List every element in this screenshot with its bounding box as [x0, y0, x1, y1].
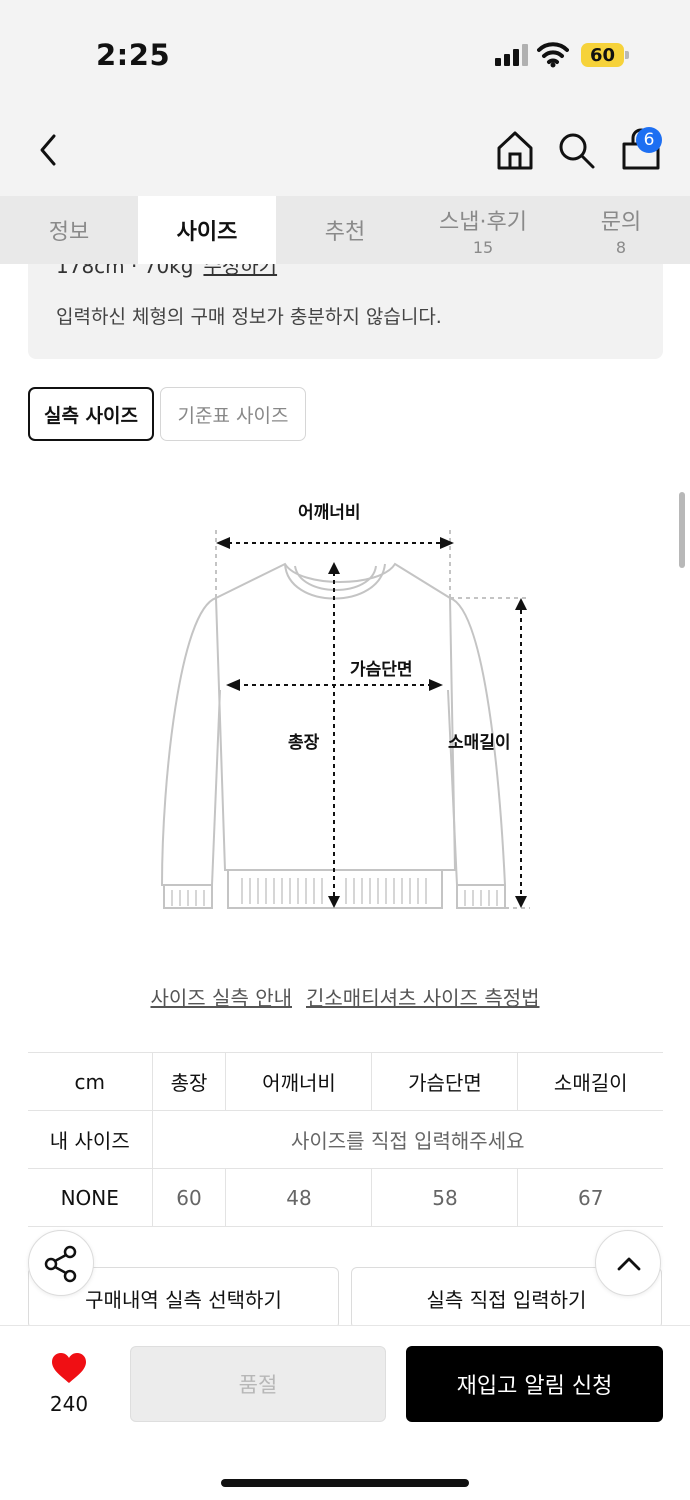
like-button[interactable]: 240	[36, 1352, 102, 1416]
sold-out-button: 품절	[130, 1346, 386, 1422]
table-header-cell: 소매길이	[517, 1052, 663, 1111]
product-tabs: 정보 사이즈 추천 스냅·후기 15 문의 8	[0, 196, 690, 264]
purchase-bar: 240 품절 재입고 알림 신청	[0, 1325, 690, 1500]
restock-alert-button[interactable]: 재입고 알림 신청	[406, 1346, 663, 1422]
scroll-top-button[interactable]	[595, 1230, 661, 1296]
size-table: cm 총장 어깨너비 가슴단면 소매길이 내 사이즈 사이즈를 직접 입력해주세…	[28, 1052, 663, 1227]
tab-label: 스냅·후기	[439, 209, 527, 235]
body-spec: 178cm · 70kg 수정하기	[56, 264, 277, 279]
search-icon[interactable]	[556, 130, 596, 170]
size-guide-link[interactable]: 사이즈 실측 안내	[150, 986, 292, 1010]
table-header-cell: 총장	[151, 1052, 226, 1111]
body-spec-text: 178cm · 70kg	[56, 264, 194, 278]
size-value: 48	[225, 1168, 372, 1227]
chevron-left-icon[interactable]	[30, 130, 66, 170]
table-row: NONE 60 48 58 67	[28, 1168, 663, 1227]
status-time: 2:25	[96, 38, 171, 72]
table-header-row: cm 총장 어깨너비 가슴단면 소매길이	[28, 1052, 663, 1111]
table-header-cell: 어깨너비	[225, 1052, 372, 1111]
tab-inquiry[interactable]: 문의 8	[552, 196, 690, 264]
table-header-cell: cm	[28, 1052, 152, 1111]
tab-snap-review[interactable]: 스냅·후기 15	[414, 196, 552, 264]
status-bar: 2:25 60	[0, 0, 690, 100]
scrollbar[interactable]	[679, 492, 685, 568]
chevron-up-icon	[617, 1257, 641, 1271]
cart-count-badge: 6	[636, 127, 662, 153]
my-size-label: 내 사이즈	[28, 1110, 152, 1169]
size-value: 58	[371, 1168, 518, 1227]
chest-label: 가슴단면	[350, 660, 413, 680]
tab-count: 8	[615, 237, 627, 257]
my-size-input-prompt[interactable]: 사이즈를 직접 입력해주세요	[151, 1110, 663, 1169]
heart-icon	[52, 1353, 86, 1383]
tab-label: 사이즈	[176, 220, 238, 245]
top-nav-bar	[0, 100, 690, 196]
share-icon	[44, 1245, 77, 1283]
battery-level: 60	[581, 43, 624, 67]
home-icon[interactable]	[494, 128, 536, 172]
wifi-icon	[537, 42, 569, 68]
like-count: 240	[49, 1392, 89, 1416]
length-label: 총장	[288, 733, 320, 753]
home-indicator[interactable]	[221, 1479, 469, 1487]
share-button[interactable]	[28, 1230, 94, 1296]
size-value: 60	[151, 1168, 226, 1227]
cellular-signal-icon	[495, 44, 528, 66]
shoulder-label: 어깨너비	[298, 503, 361, 523]
actual-size-toggle[interactable]: 실측 사이즈	[28, 387, 154, 441]
size-guide-links: 사이즈 실측 안내 긴소매티셔츠 사이즈 측정법	[0, 982, 690, 1011]
battery-icon: 60	[581, 43, 629, 67]
tab-label: 정보	[48, 220, 90, 245]
table-header-cell: 가슴단면	[371, 1052, 518, 1111]
edit-body-link[interactable]: 수정하기	[203, 264, 277, 278]
tab-size[interactable]: 사이즈	[138, 196, 276, 264]
tab-info[interactable]: 정보	[0, 196, 138, 264]
tab-recommend[interactable]: 추천	[276, 196, 414, 264]
measure-method-link[interactable]: 긴소매티셔츠 사이즈 측정법	[306, 986, 540, 1010]
size-name: NONE	[28, 1168, 152, 1227]
size-value: 67	[517, 1168, 663, 1227]
tab-count: 15	[472, 237, 494, 257]
my-size-row: 내 사이즈 사이즈를 직접 입력해주세요	[28, 1110, 663, 1169]
tab-label: 문의	[600, 209, 642, 235]
standard-size-toggle[interactable]: 기준표 사이즈	[160, 387, 306, 441]
size-measurement-diagram: 어깨너비 가슴단면 총장 소매길이	[150, 480, 550, 930]
body-info-box: 178cm · 70kg 수정하기 입력하신 체형의 구매 정보가 충분하지 않습…	[28, 264, 663, 359]
info-message: 입력하신 체형의 구매 정보가 충분하지 않습니다.	[56, 306, 442, 328]
sleeve-label: 소매길이	[448, 733, 511, 753]
sweatshirt-illustration	[160, 530, 530, 909]
tab-label: 추천	[324, 220, 366, 245]
